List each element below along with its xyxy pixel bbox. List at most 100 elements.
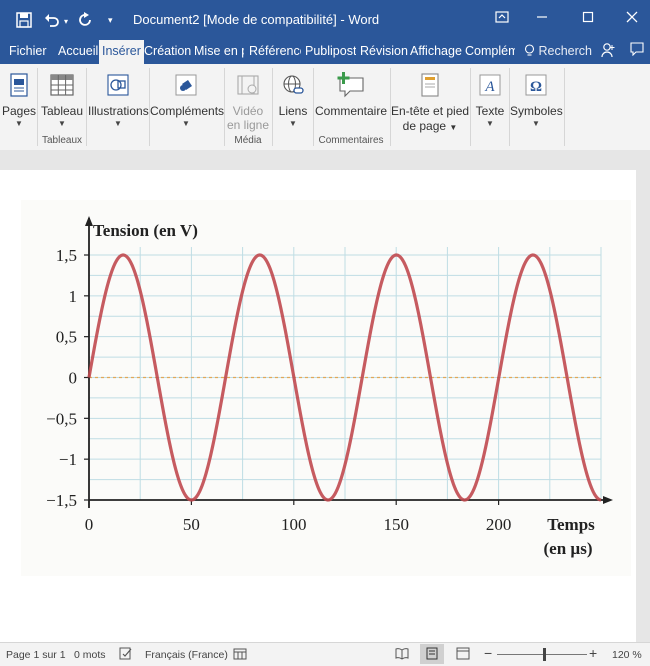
ribbon-insert: Pages ▼ Tableau ▼ Tableaux Illustrations…	[0, 64, 650, 151]
x-tick-label: 0	[85, 515, 94, 534]
svg-text:Ω: Ω	[530, 79, 542, 95]
link-globe-icon	[280, 72, 306, 98]
chevron-down-icon: ▼	[486, 119, 494, 128]
zoom-slider-thumb[interactable]	[543, 648, 547, 661]
ribbon-tabs: Fichier Accueil Insérer Création Mise en…	[0, 40, 650, 64]
group-label-media: Média	[234, 135, 262, 146]
zoom-out-button[interactable]: −	[484, 645, 492, 661]
separator	[272, 68, 273, 146]
chevron-down-icon: ▼	[532, 119, 540, 128]
chart-axes	[85, 216, 613, 508]
video-label: Vidéo en ligne	[226, 104, 270, 132]
tab-publipostage[interactable]: Publiposti	[305, 40, 356, 64]
comments-icon[interactable]	[630, 42, 644, 59]
header-footer-button[interactable]: En-tête et pied de page ▼	[391, 68, 469, 135]
page-count[interactable]: Page 1 sur 1	[6, 649, 66, 661]
omega-icon: Ω	[523, 72, 549, 98]
group-label-commentaires: Commentaires	[318, 135, 384, 146]
language[interactable]: Français (France)	[145, 649, 228, 661]
pages-button[interactable]: Pages ▼	[2, 68, 36, 129]
new-comment-button[interactable]: Commentaire	[314, 68, 388, 119]
x-tick-label: 50	[183, 515, 200, 534]
tableau-label: Tableau	[40, 104, 84, 118]
liens-button[interactable]: Liens ▼	[274, 68, 312, 129]
y-axis-label: Tension (en V)	[93, 221, 198, 240]
page-icon	[6, 72, 32, 98]
redo-icon[interactable]	[78, 12, 94, 31]
print-layout-icon[interactable]	[420, 644, 444, 664]
tab-inserer[interactable]: Insérer	[99, 40, 144, 64]
document-canvas[interactable]: 1,5 1 0,5 0 −0,5 −1 −1,5 0 50 100 150 200 Tension (…	[0, 150, 650, 642]
separator	[37, 68, 38, 146]
texte-label: Texte	[475, 104, 505, 118]
word-count[interactable]: 0 mots	[74, 649, 106, 661]
addins-store-icon	[173, 72, 199, 98]
y-tick-label: −1	[59, 450, 77, 469]
illustrations-button[interactable]: Illustrations ▼	[88, 68, 149, 129]
tab-affichage[interactable]: Affichage	[410, 40, 462, 64]
tab-revision[interactable]: Révision	[360, 40, 408, 64]
online-video-button[interactable]: Vidéo en ligne	[226, 68, 270, 132]
y-axis-arrow	[85, 216, 93, 226]
maximize-icon[interactable]	[578, 10, 598, 26]
header-footer-label: En-tête et pied de page ▼	[391, 104, 470, 133]
undo-dropdown-icon[interactable]: ▾	[64, 17, 68, 26]
tableau-button[interactable]: Tableau ▼	[40, 68, 84, 129]
save-icon[interactable]	[16, 12, 32, 31]
complements-button[interactable]: Compléments ▼	[150, 68, 225, 129]
commentaire-label: Commentaire	[314, 104, 388, 118]
tab-creation[interactable]: Création	[144, 40, 191, 64]
tab-fichier[interactable]: Fichier	[9, 40, 47, 64]
chevron-down-icon: ▼	[15, 119, 23, 128]
ribbon-display-options-icon[interactable]	[492, 10, 512, 27]
film-icon	[235, 72, 261, 98]
proofing-icon[interactable]	[119, 647, 133, 663]
shapes-icon	[105, 72, 131, 98]
x-tick-label: 150	[383, 515, 409, 534]
tell-me-search[interactable]: Recherch	[524, 40, 592, 62]
tab-complements[interactable]: Complém	[465, 40, 515, 64]
y-tick-label: 1,5	[56, 246, 77, 265]
symboles-button[interactable]: Ω Symboles ▼	[510, 68, 563, 129]
illustrations-label: Illustrations	[88, 104, 149, 118]
minimize-icon[interactable]	[532, 10, 552, 26]
close-icon[interactable]	[622, 10, 642, 26]
zoom-level[interactable]: 120 %	[612, 649, 642, 661]
zoom-in-button[interactable]: +	[589, 645, 597, 661]
separator	[86, 68, 87, 146]
new-comment-icon	[336, 72, 366, 98]
title-bar: ▾ ▾ Document2 [Mode de compatibilité] - …	[0, 0, 650, 40]
chevron-down-icon: ▼	[289, 119, 297, 128]
complements-label: Compléments	[150, 104, 225, 118]
status-bar: Page 1 sur 1 0 mots Français (France) − …	[0, 642, 650, 666]
read-mode-icon[interactable]	[395, 647, 409, 663]
texte-button[interactable]: A Texte ▼	[472, 68, 508, 129]
tab-accueil[interactable]: Accueil	[58, 40, 98, 64]
chevron-down-icon: ▼	[182, 119, 190, 128]
y-tick-label: −0,5	[46, 409, 77, 428]
symboles-label: Symboles	[510, 104, 563, 118]
web-layout-icon[interactable]	[456, 647, 470, 663]
graph-image[interactable]: 1,5 1 0,5 0 −0,5 −1 −1,5 0 50 100 150 200 Tension (…	[21, 200, 631, 576]
customize-quick-access-icon[interactable]: ▾	[108, 15, 113, 26]
tab-references[interactable]: Référence	[249, 40, 301, 64]
document-page[interactable]: 1,5 1 0,5 0 −0,5 −1 −1,5 0 50 100 150 200 Tension (…	[0, 170, 636, 642]
x-axis-unit-label: (en µs)	[544, 539, 593, 558]
separator	[564, 68, 565, 146]
group-label-tableaux: Tableaux	[41, 135, 83, 146]
tell-me-label: Recherch	[538, 44, 592, 58]
voltage-chart: 1,5 1 0,5 0 −0,5 −1 −1,5 0 50 100 150 200 Tension (…	[46, 216, 613, 558]
x-tick-label: 100	[281, 515, 307, 534]
x-tick-label: 200	[486, 515, 512, 534]
svg-text:A: A	[484, 79, 495, 95]
liens-label: Liens	[278, 104, 308, 118]
y-tick-label: 0,5	[56, 328, 77, 347]
zoom-slider[interactable]	[497, 654, 587, 655]
header-footer-icon	[417, 72, 443, 98]
macro-record-icon[interactable]	[233, 647, 247, 663]
tab-mise-en-page[interactable]: Mise en p	[194, 40, 244, 64]
share-user-icon[interactable]	[601, 42, 615, 61]
undo-icon[interactable]	[44, 12, 60, 31]
y-tick-label: 1	[69, 287, 78, 306]
separator	[470, 68, 471, 146]
